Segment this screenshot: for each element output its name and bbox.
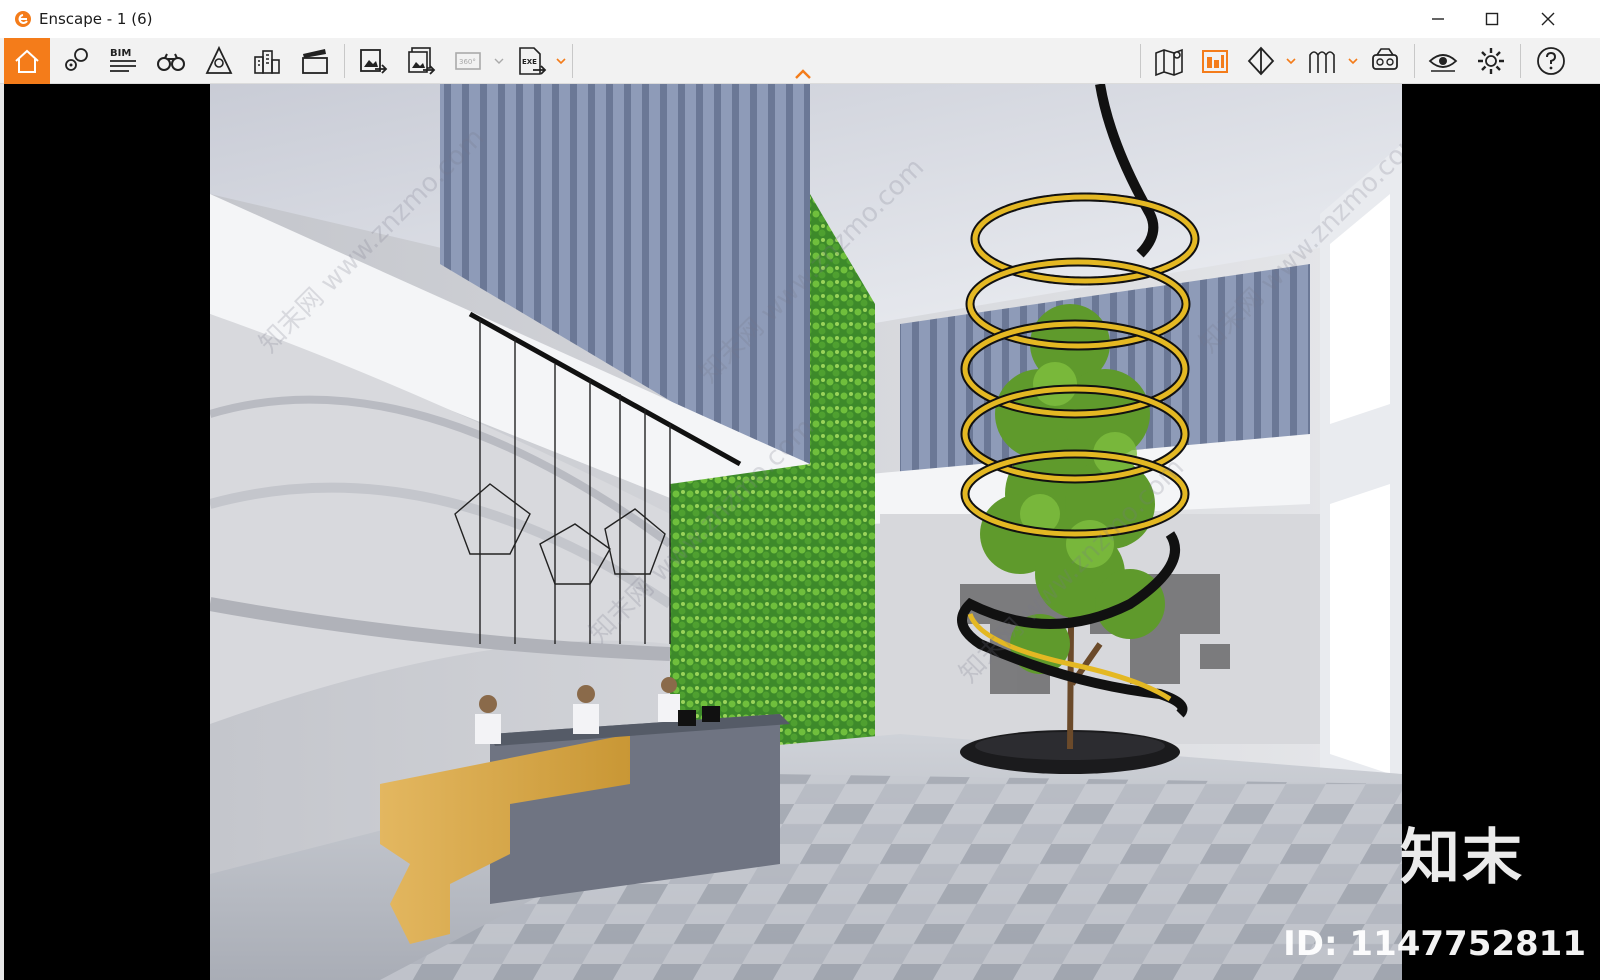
settings-button[interactable] [1470,41,1512,81]
asset-library-button[interactable] [1194,41,1236,81]
site-context-button[interactable] [246,41,288,81]
view-management-button[interactable] [54,41,96,81]
video-editor-icon [302,49,328,74]
batch-render-icon [408,47,436,75]
binoculars-icon [157,53,185,71]
title-bar: Enscape - 1 (6) [0,0,1600,38]
toolbar-separator [572,44,573,78]
toolbar-separator [1414,44,1415,78]
toolbar-separator [1520,44,1521,78]
exe-label: EXE [522,58,537,66]
settings-icon [1478,48,1504,74]
help-icon [1537,47,1565,75]
rendered-scene[interactable]: 知末网 www.znzmo.com 知末网 www.znzmo.com 知末网 … [210,84,1402,980]
chevron-down-icon[interactable] [556,56,566,66]
perspective-button[interactable] [198,41,240,81]
view-management-icon [65,48,88,71]
help-button[interactable] [1530,41,1572,81]
panorama-button[interactable]: 360° [448,41,490,81]
bim-label: BIM [110,48,131,59]
bim-icon: BIM [110,48,136,72]
collapse-toolbar-icon[interactable] [793,67,813,81]
watermark-brand: 知末 [1400,823,1524,893]
maximize-button[interactable] [1466,0,1518,38]
minimize-button[interactable] [1412,0,1464,38]
window-title: Enscape - 1 (6) [39,10,153,28]
vr-headset-icon [1372,48,1398,70]
close-button[interactable] [1522,0,1574,38]
asset-library-icon [1202,50,1228,73]
chevron-down-icon[interactable] [1348,56,1358,66]
material-button[interactable] [1300,41,1342,81]
chevron-down-icon[interactable] [494,56,504,66]
visual-settings-button[interactable] [1422,41,1464,81]
perspective-icon [205,45,233,74]
home-button[interactable] [4,38,50,84]
toolbar-separator [1140,44,1141,78]
home-icon [15,49,39,73]
section-icon [1247,46,1275,76]
map-icon [1155,48,1183,77]
bim-button[interactable]: BIM [102,41,144,81]
chevron-down-icon[interactable] [1286,56,1296,66]
vr-headset-button[interactable] [1364,41,1406,81]
toolbar-separator [344,44,345,78]
map-button[interactable] [1148,41,1190,81]
panorama-icon: 360° [455,52,481,70]
section-button[interactable] [1240,41,1282,81]
maximize-icon [1485,12,1499,26]
render-image-button[interactable] [352,41,394,81]
watermark-id: ID: 1147752811 [1283,924,1586,964]
material-icon [1309,51,1335,73]
viewport-border [0,84,4,980]
video-editor-button[interactable] [294,41,336,81]
walk-mode-button[interactable] [150,41,192,81]
export-exe-icon: EXE [519,47,547,75]
visual-settings-icon [1428,54,1458,72]
render-viewport[interactable]: 知末网 www.znzmo.com 知末网 www.znzmo.com 知末网 … [0,84,1600,980]
toolbar: BIM 360° EXE [0,38,1600,84]
batch-render-button[interactable] [400,41,442,81]
render-image-icon [360,49,388,74]
close-icon [1541,12,1555,26]
city-icon [254,50,280,74]
export-button[interactable]: EXE [510,41,552,81]
enscape-logo-icon [15,11,31,27]
minimize-icon [1432,18,1444,20]
panorama-label: 360° [459,58,476,66]
